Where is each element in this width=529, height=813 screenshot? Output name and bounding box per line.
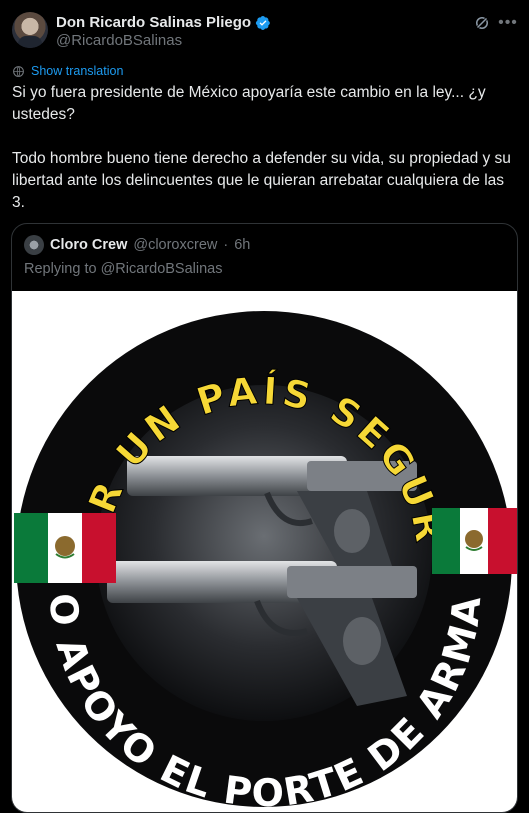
show-translation-link[interactable]: Show translation (12, 64, 123, 78)
show-translation-label[interactable]: Show translation (31, 64, 123, 78)
more-icon[interactable]: ••• (498, 14, 517, 32)
quoted-separator: · (223, 237, 229, 253)
author-avatar[interactable] (12, 12, 48, 48)
quoted-image[interactable]: POR UN PAÍS SEGURO YO APOYO EL PORTE DE … (12, 256, 517, 812)
quoted-tweet[interactable]: Cloro Crew @cloroxcrew · 6h Replying to … (11, 223, 518, 813)
emblem-graphic: POR UN PAÍS SEGURO YO APOYO EL PORTE DE … (12, 256, 517, 812)
quoted-handle[interactable]: @cloroxcrew (133, 237, 217, 253)
quoted-tweet-header: Cloro Crew @cloroxcrew · 6h (24, 235, 250, 255)
mexico-flag-left (14, 513, 116, 583)
quoted-reply-line: Replying to @RicardoBSalinas (24, 261, 223, 277)
author-handle[interactable]: @RicardoBSalinas (56, 32, 182, 49)
quoted-timestamp[interactable]: 6h (234, 237, 250, 253)
author-display-name[interactable]: Don Ricardo Salinas Pliego (56, 14, 251, 31)
tweet-text: Si yo fuera presidente de México apoyarí… (12, 84, 511, 211)
quoted-avatar[interactable] (24, 235, 44, 255)
author-name-row[interactable]: Don Ricardo Salinas Pliego (56, 14, 271, 31)
grok-icon[interactable] (473, 14, 491, 32)
globe-icon (13, 65, 24, 77)
verified-badge-icon (255, 15, 270, 30)
quoted-display-name[interactable]: Cloro Crew (50, 237, 127, 253)
mexico-flag-right (432, 508, 517, 574)
tweet-header: Don Ricardo Salinas Pliego @RicardoBSali… (12, 10, 517, 50)
